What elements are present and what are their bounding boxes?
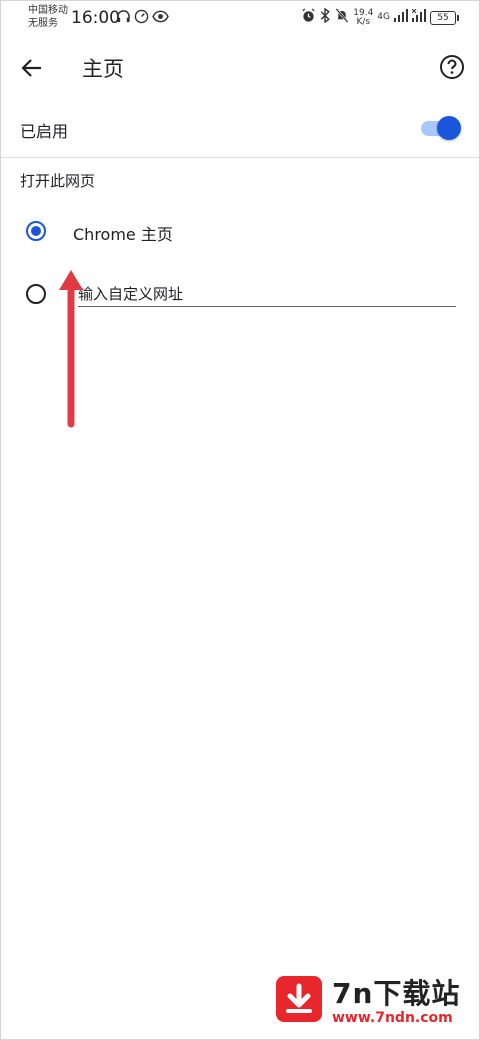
speedometer-icon bbox=[134, 9, 149, 28]
clock: 16:00 bbox=[71, 8, 120, 28]
battery-icon: 55 bbox=[430, 10, 459, 25]
section-header: 打开此网页 bbox=[20, 172, 96, 190]
signal-no-service-icon bbox=[411, 8, 426, 26]
toggle-thumb bbox=[437, 116, 461, 140]
back-arrow-icon bbox=[21, 59, 41, 77]
page-title: 主页 bbox=[82, 57, 124, 81]
custom-url-radio[interactable] bbox=[26, 284, 46, 304]
back-button[interactable] bbox=[16, 52, 48, 84]
carrier-info: 中国移动 无服务 bbox=[28, 4, 68, 30]
status-icons-left bbox=[116, 9, 169, 28]
mute-bell-icon bbox=[335, 8, 349, 27]
chrome-homepage-label[interactable]: Chrome 主页 bbox=[73, 221, 173, 245]
help-icon bbox=[440, 55, 464, 79]
watermark-title: 7n下载站 bbox=[332, 977, 461, 1010]
service-status: 无服务 bbox=[28, 18, 58, 29]
network-type: 4G bbox=[377, 12, 390, 22]
alarm-icon bbox=[301, 8, 316, 27]
annotation-arrow-icon bbox=[59, 270, 83, 428]
chrome-homepage-radio[interactable] bbox=[26, 221, 46, 241]
enabled-toggle[interactable] bbox=[421, 116, 461, 140]
app-toolbar: 主页 bbox=[0, 40, 480, 96]
section-divider bbox=[0, 157, 480, 158]
download-logo-icon bbox=[276, 976, 322, 1022]
custom-url-input[interactable] bbox=[78, 282, 456, 307]
status-icons-right: 19.4 K/s 4G 55 bbox=[301, 7, 459, 27]
status-bar: 中国移动 无服务 16:00 19.4 K/s 4G 55 bbox=[0, 0, 480, 36]
headphones-icon bbox=[116, 9, 131, 28]
watermark-url: www.7ndn.com bbox=[332, 1010, 453, 1026]
network-speed-unit: K/s bbox=[356, 16, 371, 27]
bluetooth-icon bbox=[320, 7, 331, 27]
enabled-setting-row[interactable]: 已启用 bbox=[0, 100, 480, 156]
help-button[interactable] bbox=[438, 53, 466, 81]
network-speed: 19.4 K/s bbox=[353, 8, 373, 27]
enabled-label: 已启用 bbox=[20, 122, 69, 141]
eye-icon bbox=[152, 9, 169, 28]
signal-icon bbox=[394, 9, 408, 26]
watermark: 7n下载站 www.7ndn.com bbox=[276, 972, 476, 1028]
screen-frame bbox=[0, 0, 480, 1040]
carrier-name: 中国移动 bbox=[28, 5, 68, 16]
